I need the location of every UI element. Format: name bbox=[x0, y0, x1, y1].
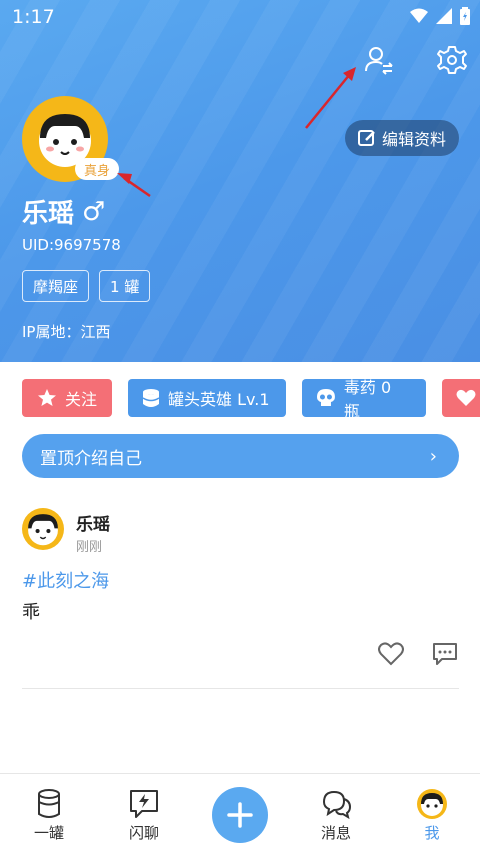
star-icon bbox=[37, 389, 56, 406]
status-bar: 1:17 bbox=[0, 0, 480, 34]
tag-zodiac: 摩羯座 bbox=[22, 270, 90, 302]
pinned-intro-bar[interactable]: 置顶介绍自己 › bbox=[22, 434, 459, 478]
signal-icon bbox=[436, 8, 452, 24]
plus-icon bbox=[227, 802, 253, 828]
user-switch-icon[interactable] bbox=[363, 44, 395, 76]
follow-label: 关注 bbox=[64, 390, 97, 409]
profile-header: 1:17 编辑资料 真身 乐瑶 ♂ UID:9697578 摩羯座 1 罐 IP… bbox=[0, 0, 480, 362]
nav-label-me: 我 bbox=[424, 824, 440, 842]
nav-item-messages[interactable]: 消息 bbox=[306, 788, 366, 843]
nav-item-me[interactable]: 我 bbox=[402, 788, 462, 843]
ip-location: IP属地：江西 bbox=[22, 323, 111, 341]
follow-button[interactable]: 关注 bbox=[22, 379, 112, 417]
profile-tags: 摩羯座 1 罐 bbox=[22, 270, 151, 302]
bottom-nav: 一罐 闪聊 消息 我 bbox=[0, 773, 480, 853]
pinned-intro-label: 置顶介绍自己 bbox=[40, 448, 142, 469]
avatar-icon bbox=[417, 789, 447, 819]
avatar-face-icon bbox=[28, 514, 58, 546]
wifi-icon bbox=[410, 8, 428, 23]
post-timestamp: 刚刚 bbox=[76, 540, 103, 555]
message-icon bbox=[322, 790, 352, 820]
tag-cans[interactable]: 1 罐 bbox=[99, 270, 151, 302]
profile-uid: UID:9697578 bbox=[22, 236, 121, 254]
verified-badge: 真身 bbox=[75, 158, 119, 180]
can-hero-label: 罐头英雄 Lv.1 bbox=[168, 390, 270, 409]
post-topic-link[interactable]: #此刻之海 bbox=[22, 567, 109, 593]
skull-icon bbox=[316, 389, 335, 406]
nav-item-shanliao[interactable]: 闪聊 bbox=[114, 788, 174, 843]
can-hero-button[interactable]: 罐头英雄 Lv.1 bbox=[128, 379, 286, 417]
post-author-avatar[interactable] bbox=[22, 508, 64, 550]
status-icons bbox=[410, 7, 470, 25]
edit-icon bbox=[357, 130, 375, 146]
heart-icon[interactable] bbox=[378, 642, 404, 666]
profile-name: 乐瑶 ♂ bbox=[22, 193, 105, 230]
comment-icon[interactable] bbox=[432, 642, 458, 666]
can-icon bbox=[142, 389, 160, 407]
gender-icon: ♂ bbox=[82, 196, 106, 227]
gear-icon[interactable] bbox=[436, 44, 468, 76]
poison-button[interactable]: 毒药 0 瓶 bbox=[302, 378, 426, 421]
edit-profile-button[interactable]: 编辑资料 bbox=[345, 120, 459, 156]
create-post-button[interactable] bbox=[212, 787, 268, 843]
post-content: 乖 bbox=[22, 602, 40, 623]
battery-icon bbox=[460, 7, 470, 25]
status-time: 1:17 bbox=[12, 6, 55, 28]
post-author-name[interactable]: 乐瑶 bbox=[76, 510, 110, 535]
poison-label: 毒药 0 瓶 bbox=[343, 378, 392, 421]
nav-item-yiguan[interactable]: 一罐 bbox=[19, 788, 79, 843]
chat-flash-icon bbox=[130, 790, 158, 818]
edit-profile-label: 编辑资料 bbox=[381, 130, 446, 149]
can-icon bbox=[38, 789, 60, 818]
profile-name-text: 乐瑶 bbox=[22, 199, 75, 229]
profile-actions: 关注 罐头英雄 Lv.1 毒药 0 瓶 bbox=[22, 378, 480, 421]
chevron-right-icon: › bbox=[429, 446, 437, 467]
nav-label-shanliao: 闪聊 bbox=[128, 824, 159, 842]
heart-icon bbox=[456, 389, 476, 406]
nav-label-messages: 消息 bbox=[320, 824, 351, 842]
nav-label-yiguan: 一罐 bbox=[33, 824, 64, 842]
like-chip-button[interactable] bbox=[442, 379, 480, 417]
post-divider bbox=[22, 688, 459, 689]
